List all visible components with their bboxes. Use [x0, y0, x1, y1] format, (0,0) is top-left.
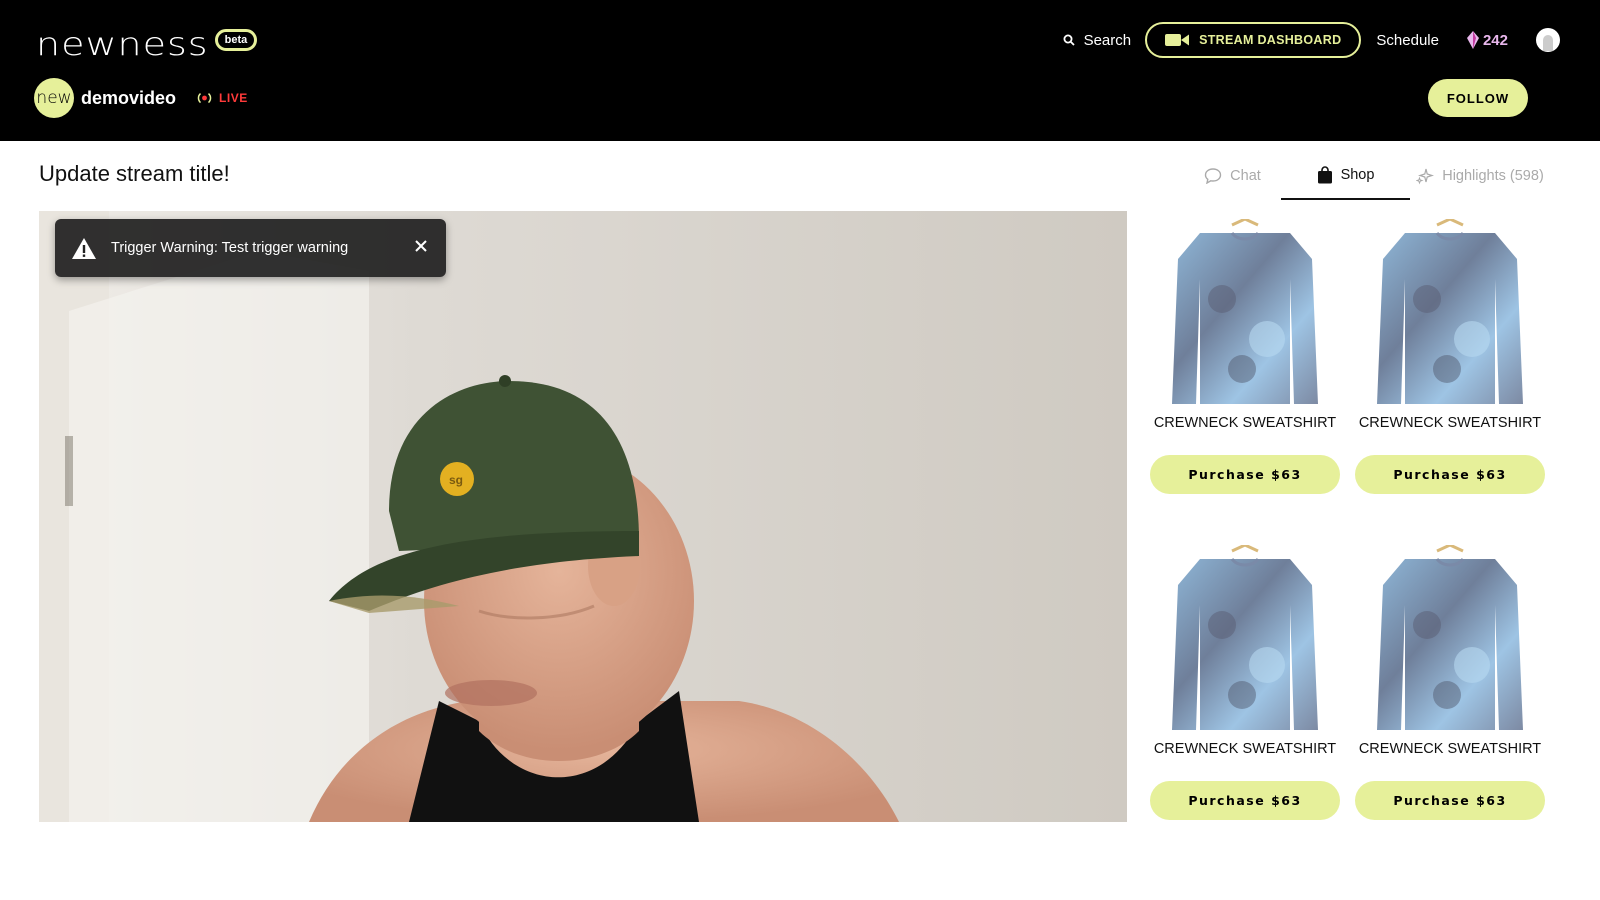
close-icon[interactable] [414, 239, 428, 253]
gem-count: 242 [1482, 31, 1508, 49]
product-image[interactable] [1377, 545, 1523, 734]
channel-info: new demovideo LIVE [34, 78, 248, 118]
shopping-bag-icon [1317, 166, 1332, 184]
search-link[interactable]: Search [1063, 31, 1132, 49]
top-header: newness beta Search STREAM DASHBOARD Sch… [0, 0, 1600, 141]
product-image[interactable] [1172, 545, 1318, 734]
product-name: CREWNECK SWEATSHIRT [1153, 741, 1337, 757]
top-nav: Search STREAM DASHBOARD Schedule 242 [1063, 22, 1560, 58]
warning-icon [72, 237, 96, 259]
channel-avatar[interactable]: new [34, 78, 74, 118]
beta-badge: beta [214, 29, 258, 51]
product-image[interactable] [1172, 219, 1318, 408]
svg-text:sg: sg [449, 473, 463, 487]
chat-bubble-icon [1204, 168, 1222, 184]
tab-highlights[interactable]: Highlights (598) [1412, 152, 1548, 200]
product-name: CREWNECK SWEATSHIRT [1153, 415, 1337, 431]
video-player[interactable]: sg Trigger Warning: Test trigger warning [39, 211, 1127, 822]
newness-logo[interactable]: newness beta [36, 22, 258, 66]
trigger-warning-banner: Trigger Warning: Test trigger warning [55, 219, 446, 277]
follow-button[interactable]: FOLLOW [1428, 79, 1528, 117]
live-indicator: LIVE [196, 91, 248, 105]
tab-chat-label: Chat [1230, 168, 1261, 184]
sparkle-icon [1416, 168, 1435, 185]
search-label: Search [1083, 31, 1132, 49]
tab-shop[interactable]: Shop [1281, 152, 1410, 200]
channel-name[interactable]: demovideo [81, 88, 176, 109]
sweatshirt-image [1172, 545, 1318, 734]
broadcast-icon [197, 92, 212, 104]
purchase-button[interactable]: Purchase $63 [1355, 455, 1545, 494]
stream-dashboard-button[interactable]: STREAM DASHBOARD [1145, 22, 1362, 58]
tab-chat[interactable]: Chat [1180, 152, 1285, 200]
sweatshirt-image [1172, 219, 1318, 408]
stream-dashboard-label: STREAM DASHBOARD [1199, 33, 1342, 47]
video-frame: sg [39, 211, 1127, 822]
user-avatar[interactable] [1536, 28, 1560, 52]
product-name: CREWNECK SWEATSHIRT [1358, 741, 1542, 757]
purchase-button[interactable]: Purchase $63 [1150, 455, 1340, 494]
purchase-button[interactable]: Purchase $63 [1150, 781, 1340, 820]
live-label: LIVE [219, 91, 248, 105]
logo-wordmark: newness [36, 25, 209, 63]
gem-balance[interactable]: 242 [1466, 31, 1508, 49]
purchase-button[interactable]: Purchase $63 [1355, 781, 1545, 820]
schedule-link[interactable]: Schedule [1376, 32, 1439, 49]
tab-highlights-label: Highlights (598) [1442, 168, 1544, 184]
product-image[interactable] [1377, 219, 1523, 408]
side-panel-tabs: Chat Shop Highlights (598) [1150, 152, 1546, 200]
gem-icon [1466, 31, 1479, 49]
sweatshirt-image [1377, 545, 1523, 734]
trigger-warning-text: Trigger Warning: Test trigger warning [111, 240, 349, 256]
product-name: CREWNECK SWEATSHIRT [1358, 415, 1542, 431]
search-icon [1063, 34, 1075, 46]
user-silhouette-icon [1543, 35, 1553, 51]
sweatshirt-image [1377, 219, 1523, 408]
stream-title[interactable]: Update stream title! [39, 161, 230, 187]
tab-shop-label: Shop [1340, 167, 1375, 183]
video-camera-icon [1165, 34, 1190, 46]
